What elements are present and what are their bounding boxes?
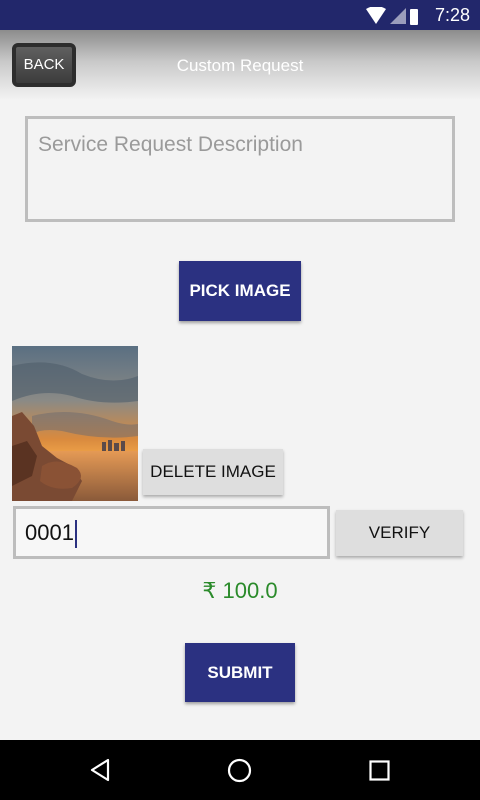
toolbar: BACK Custom Request [0,30,480,100]
navigation-bar [0,740,480,800]
code-value: 0001 [25,520,74,545]
verify-button[interactable]: VERIFY [336,510,463,556]
description-input[interactable]: Service Request Description [25,116,455,222]
pick-image-button[interactable]: PICK IMAGE [179,261,301,321]
status-icons [366,7,418,25]
signal-icon [390,8,406,24]
verification-code-input[interactable]: 0001 [13,506,330,559]
home-nav-icon[interactable] [227,758,252,783]
text-cursor [74,520,77,549]
description-placeholder: Service Request Description [38,133,303,156]
sunset-photo [12,346,138,501]
status-bar: 7:28 [0,0,480,30]
submit-button[interactable]: SUBMIT [185,643,295,702]
page-title: Custom Request [176,56,304,75]
wifi-icon [366,7,386,24]
recents-nav-icon[interactable] [369,760,390,781]
battery-charging-icon [410,9,418,25]
back-nav-icon[interactable] [88,758,112,782]
price-label: ₹ 100.0 [202,578,278,603]
status-time: 7:28 [434,5,470,25]
delete-image-button[interactable]: DELETE IMAGE [143,449,283,495]
selected-image-thumbnail [12,346,138,501]
